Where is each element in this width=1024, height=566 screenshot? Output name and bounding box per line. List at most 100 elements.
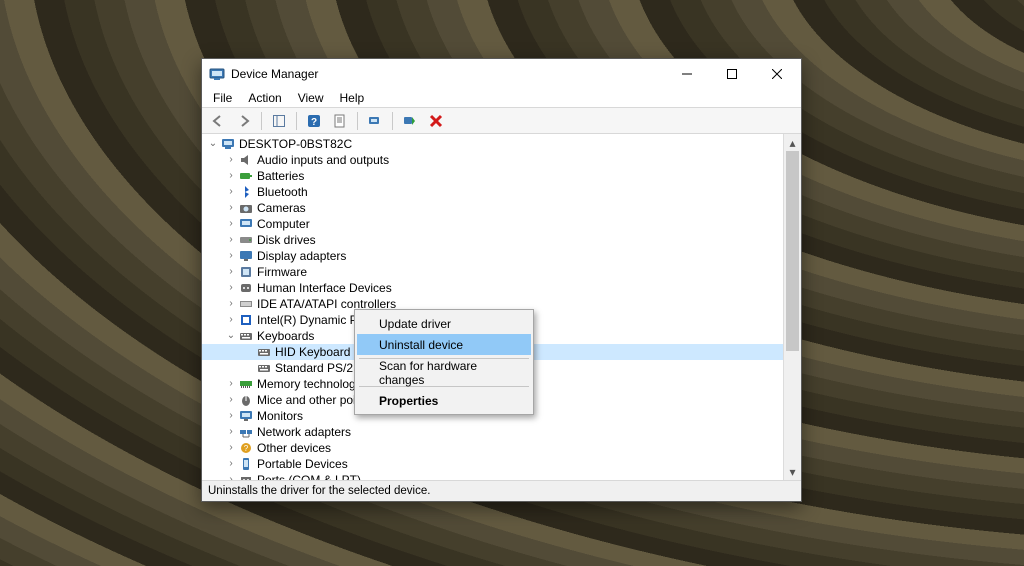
tree-category[interactable]: › Network adapters	[202, 424, 783, 440]
monitor-icon	[238, 408, 254, 424]
uninstall-device-button[interactable]	[424, 109, 448, 133]
tree-category[interactable]: › Cameras	[202, 200, 783, 216]
tree-category[interactable]: › Disk drives	[202, 232, 783, 248]
expand-icon[interactable]: ›	[224, 184, 238, 200]
keyboard-icon	[238, 328, 254, 344]
tree-item-label: Portable Devices	[257, 457, 348, 471]
close-button[interactable]	[754, 59, 799, 88]
tree-item-label: Ports (COM & LPT)	[257, 473, 361, 480]
svg-text:?: ?	[311, 117, 317, 128]
disk-icon	[238, 232, 254, 248]
expand-icon[interactable]: ›	[224, 232, 238, 248]
ctx-uninstall-device[interactable]: Uninstall device	[357, 334, 531, 355]
tree-item-label: Audio inputs and outputs	[257, 153, 389, 167]
collapse-icon[interactable]: ⌄	[224, 328, 238, 344]
tree-category[interactable]: › Human Interface Devices	[202, 280, 783, 296]
tree-category[interactable]: ›Display adapters	[202, 248, 783, 264]
tree-root[interactable]: ⌄ DESKTOP-0BST82C	[202, 136, 783, 152]
expand-icon[interactable]: ›	[224, 312, 238, 328]
toolbar-separator	[296, 112, 297, 130]
enable-device-button[interactable]	[398, 109, 422, 133]
minimize-button[interactable]	[664, 59, 709, 88]
toolbar-separator	[261, 112, 262, 130]
window-title: Device Manager	[231, 67, 664, 81]
scroll-down-arrow[interactable]: ▾	[784, 463, 801, 480]
tree-category[interactable]: ›Firmware	[202, 264, 783, 280]
tree-category[interactable]: › Bluetooth	[202, 184, 783, 200]
ctx-scan-hardware[interactable]: Scan for hardware changes	[357, 362, 531, 383]
statusbar: Uninstalls the driver for the selected d…	[202, 480, 801, 501]
expand-icon[interactable]: ›	[224, 376, 238, 392]
other-icon: ?	[238, 440, 254, 456]
expand-icon[interactable]: ›	[224, 408, 238, 424]
client-area: ⌄DESKTOP-0BST82C›Audio inputs and output…	[202, 134, 801, 480]
ctx-properties[interactable]: Properties	[357, 390, 531, 411]
mouse-icon	[238, 392, 254, 408]
expand-icon[interactable]: ›	[224, 168, 238, 184]
audio-icon	[238, 152, 254, 168]
tree-item-label: Monitors	[257, 409, 303, 423]
tree-category[interactable]: ›Batteries	[202, 168, 783, 184]
tree-item-label: DESKTOP-0BST82C	[239, 137, 352, 151]
scroll-up-arrow[interactable]: ▴	[784, 134, 801, 151]
port-icon	[238, 472, 254, 480]
tree-category[interactable]: ›? Other devices	[202, 440, 783, 456]
expand-icon[interactable]: ›	[224, 264, 238, 280]
tree-item-label: Bluetooth	[257, 185, 308, 199]
network-icon	[238, 424, 254, 440]
expand-icon[interactable]: ›	[224, 200, 238, 216]
tree-item-label: Network adapters	[257, 425, 351, 439]
expand-icon[interactable]: ›	[224, 152, 238, 168]
tree-item-label: Cameras	[257, 201, 306, 215]
firmware-icon	[238, 264, 254, 280]
back-button[interactable]	[206, 109, 230, 133]
expand-icon[interactable]: ›	[224, 216, 238, 232]
device-tree[interactable]: ⌄DESKTOP-0BST82C›Audio inputs and output…	[202, 134, 783, 480]
expand-icon[interactable]: ›	[224, 280, 238, 296]
display-icon	[238, 248, 254, 264]
show-hide-tree-button[interactable]	[267, 109, 291, 133]
tree-item-label: Human Interface Devices	[257, 281, 392, 295]
menu-help[interactable]: Help	[333, 90, 372, 106]
vertical-scrollbar[interactable]: ▴ ▾	[783, 134, 801, 480]
properties-button[interactable]	[328, 109, 352, 133]
menu-view[interactable]: View	[291, 90, 331, 106]
memory-icon	[238, 376, 254, 392]
toolbar-separator	[392, 112, 393, 130]
computer-root-icon	[220, 136, 236, 152]
expand-icon[interactable]: ›	[224, 456, 238, 472]
tree-category[interactable]: › Audio inputs and outputs	[202, 152, 783, 168]
forward-button[interactable]	[232, 109, 256, 133]
maximize-button[interactable]	[709, 59, 754, 88]
expand-icon[interactable]: ›	[224, 248, 238, 264]
menu-file[interactable]: File	[206, 90, 239, 106]
app-icon	[209, 66, 225, 82]
help-button[interactable]: ?	[302, 109, 326, 133]
tree-item-label: Disk drives	[257, 233, 316, 247]
tree-category[interactable]: › Portable Devices	[202, 456, 783, 472]
keyboard-icon	[256, 344, 272, 360]
menu-action[interactable]: Action	[241, 90, 288, 106]
ide-icon	[238, 296, 254, 312]
expand-icon[interactable]: ›	[224, 392, 238, 408]
expand-icon[interactable]: ›	[224, 424, 238, 440]
expand-icon[interactable]: ›	[224, 440, 238, 456]
status-text: Uninstalls the driver for the selected d…	[208, 485, 430, 497]
toolbar: ?	[202, 107, 801, 134]
hid-icon	[238, 280, 254, 296]
tree-item-label: Other devices	[257, 441, 331, 455]
portable-icon	[238, 456, 254, 472]
expand-icon[interactable]: ›	[224, 296, 238, 312]
ctx-update-driver[interactable]: Update driver	[357, 313, 531, 334]
computer-icon	[238, 216, 254, 232]
scan-hardware-button[interactable]	[363, 109, 387, 133]
scroll-thumb[interactable]	[786, 151, 799, 351]
titlebar[interactable]: Device Manager	[202, 59, 801, 88]
collapse-icon[interactable]: ⌄	[206, 136, 220, 152]
expand-icon[interactable]: ›	[224, 472, 238, 480]
svg-text:?: ?	[244, 444, 249, 453]
toolbar-separator	[357, 112, 358, 130]
tree-category[interactable]: › Ports (COM & LPT)	[202, 472, 783, 480]
tree-item-label: Keyboards	[257, 329, 314, 343]
tree-category[interactable]: ›Computer	[202, 216, 783, 232]
